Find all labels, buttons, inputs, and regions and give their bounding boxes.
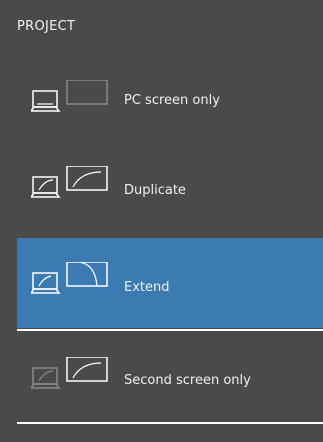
divider: [17, 329, 323, 331]
option-pc-screen-only[interactable]: PC screen only: [17, 66, 323, 138]
option-label: PC screen only: [124, 93, 220, 108]
extend-icon: [29, 261, 115, 298]
option-second-screen-only[interactable]: Second screen only: [17, 333, 323, 421]
panel-title: PROJECT: [17, 19, 76, 34]
option-label: Extend: [124, 280, 170, 295]
option-extend[interactable]: Extend: [17, 238, 323, 328]
next-option-partial: [17, 426, 323, 442]
duplicate-icon: [29, 165, 115, 202]
option-duplicate[interactable]: Duplicate: [17, 152, 323, 224]
option-label: Duplicate: [124, 183, 186, 198]
second-screen-only-icon: [29, 356, 115, 393]
project-panel: PROJECT PC screen only Duplicate Extend …: [0, 0, 323, 442]
option-label: Second screen only: [124, 373, 251, 388]
pc-screen-only-icon: [29, 79, 115, 116]
divider: [17, 422, 323, 424]
